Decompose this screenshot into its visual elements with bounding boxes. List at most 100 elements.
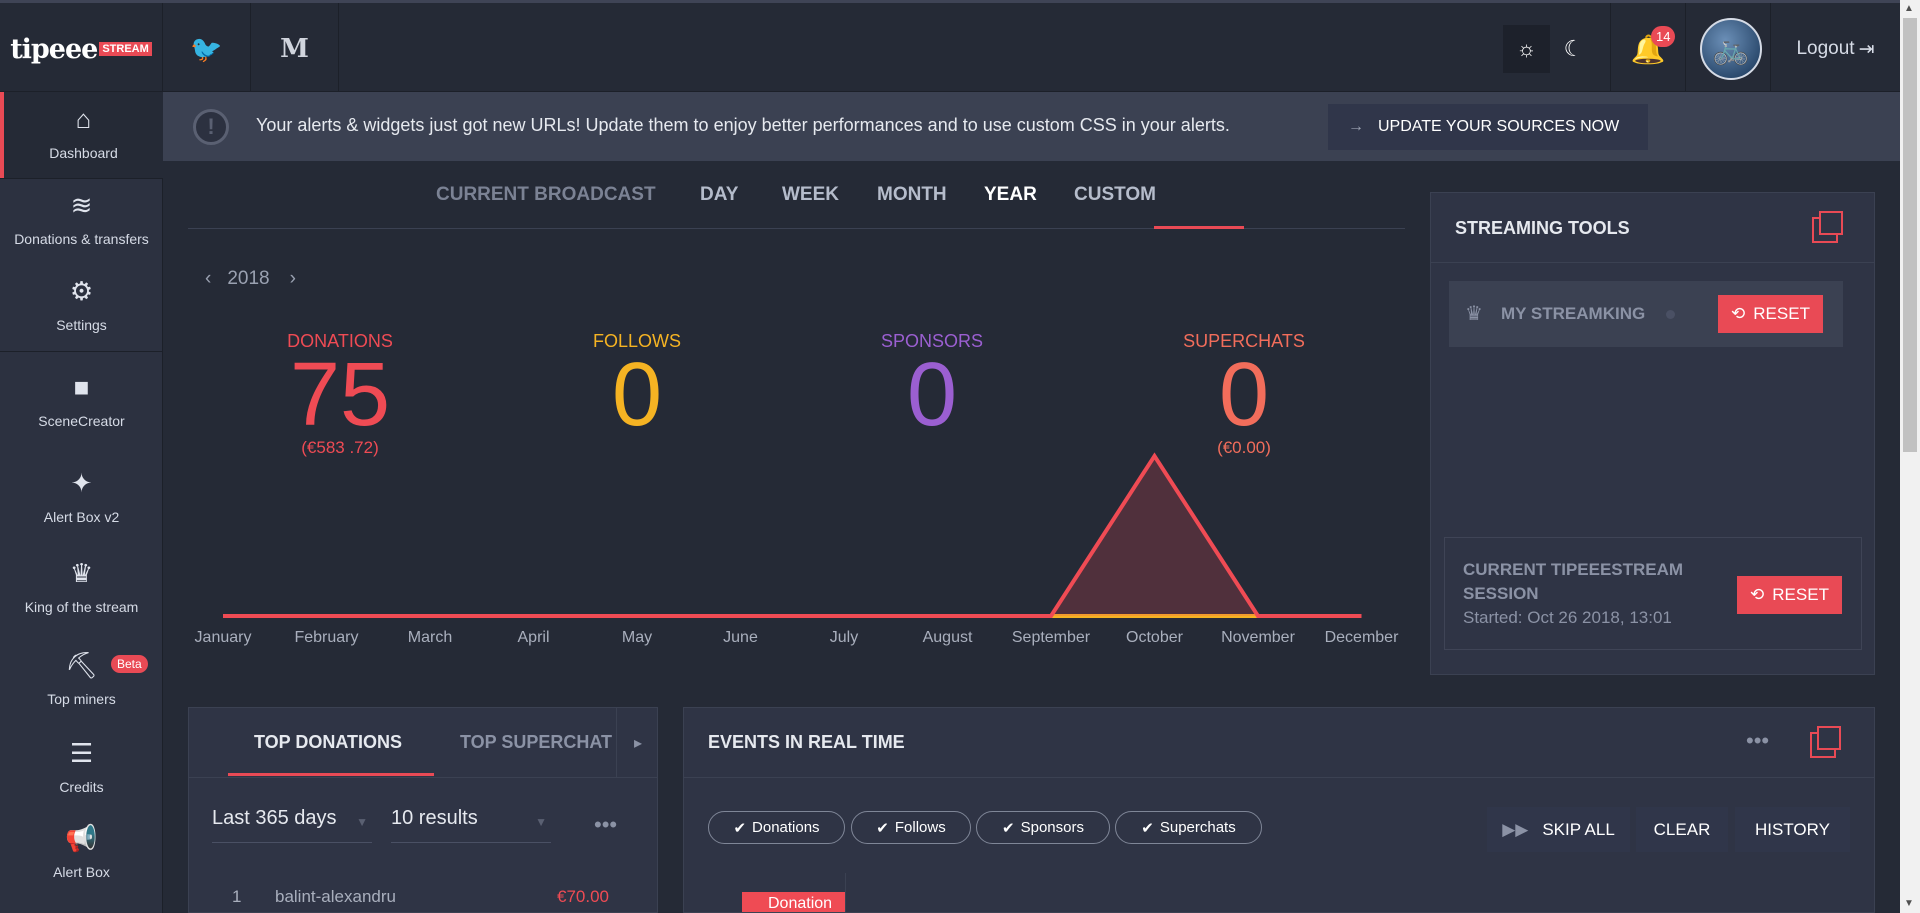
sidebar-item-alert-box-v2[interactable]: ✦ Alert Box v2 <box>0 468 163 525</box>
tab-current-broadcast[interactable]: CURRENT BROADCAST <box>436 184 656 206</box>
sidebar-item-king-of-the-stream[interactable]: ♛ King of the stream <box>0 558 163 615</box>
event-type-badge: Donation <box>742 892 845 912</box>
history-icon: ⟲ <box>1731 304 1746 323</box>
streaming-tools-title: STREAMING TOOLS <box>1455 218 1630 238</box>
sidebar-item-dashboard[interactable]: ⌂ Dashboard <box>0 92 163 178</box>
follows-count: 0 <box>611 345 663 445</box>
history-icon: ⟲ <box>1750 585 1765 604</box>
update-sources-button[interactable]: → UPDATE YOUR SOURCES NOW <box>1328 104 1648 150</box>
home-icon: ⌂ <box>75 104 92 134</box>
notifications-button[interactable]: 🔔 14 <box>1610 3 1686 95</box>
filter-superchats[interactable]: ✔ Superchats <box>1115 811 1262 844</box>
tab-custom[interactable]: CUSTOM <box>1074 184 1156 206</box>
logo[interactable]: tipeee STREAM <box>0 3 163 95</box>
streamking-row: ♛ MY STREAMKING ⟲ RESET <box>1449 281 1843 347</box>
check-icon: ✔ <box>1002 819 1015 837</box>
check-icon: ✔ <box>876 819 889 837</box>
more-options-icon[interactable]: ••• <box>594 812 617 838</box>
logout-icon: ⇥ <box>1858 38 1875 60</box>
filter-sponsors[interactable]: ✔ Sponsors <box>976 811 1110 844</box>
top-bar: tipeee STREAM 🐦 M ☼ ☾ 🔔 14 🚲 Logout ⇥ <box>0 0 1900 95</box>
range-select[interactable]: Last 365 days <box>212 807 372 843</box>
external-link-icon[interactable] <box>1810 726 1841 758</box>
results-select[interactable]: 10 results <box>391 807 551 843</box>
check-icon: ✔ <box>733 819 747 837</box>
donations-stat: DONATIONS 75 (€583 .72) <box>215 331 465 458</box>
row-name[interactable]: balint-alexandru <box>275 887 396 907</box>
session-box: CURRENT TIPEEESTREAM SESSION Started: Oc… <box>1444 537 1862 650</box>
month-tick-label: January <box>194 629 252 646</box>
clear-button[interactable]: CLEAR <box>1636 807 1728 852</box>
superchats-count: 0 <box>1218 345 1270 445</box>
megaphone-icon: 📢 <box>65 823 98 853</box>
avatar[interactable]: 🚲 <box>1700 18 1762 80</box>
skip-all-button[interactable]: ▶▶ SKIP ALL <box>1487 807 1630 852</box>
check-icon: ✔ <box>1141 819 1154 837</box>
month-tick-label: October <box>1126 629 1183 646</box>
year-selector: ‹ 2018 › <box>205 268 296 290</box>
superchats-stat: SUPERCHATS 0 (€0.00) <box>1119 331 1369 458</box>
gear-icon: ⚙ <box>69 276 94 306</box>
tab-top-superchat[interactable]: TOP SUPERCHAT <box>460 732 620 753</box>
donations-count: 75 <box>289 345 391 445</box>
trophy-icon: ♛ <box>69 558 94 588</box>
month-tick-label: May <box>621 629 653 646</box>
coins-icon: ≋ <box>70 190 93 220</box>
scrollbar-thumb[interactable] <box>1903 18 1917 452</box>
moon-icon[interactable]: ☾ <box>1550 25 1597 73</box>
chevron-left-icon[interactable]: ‹ <box>205 268 211 289</box>
tab-week[interactable]: WEEK <box>782 184 839 206</box>
month-tick-label: July <box>829 629 859 646</box>
tab-year[interactable]: YEAR <box>984 184 1037 206</box>
credits-icon: ☰ <box>69 738 94 768</box>
tab-scroll-right-icon[interactable]: ▸ <box>616 708 657 777</box>
sidebar-item-alert-box[interactable]: 📢 Alert Box <box>0 823 163 880</box>
streaming-tools-panel: STREAMING TOOLS ♛ MY STREAMKING ⟲ RESET C… <box>1430 192 1875 675</box>
external-link-icon[interactable] <box>1812 211 1843 243</box>
scroll-down-icon[interactable]: ▼ <box>1904 898 1914 909</box>
events-title: EVENTS IN REAL TIME <box>708 732 905 752</box>
sidebar-item-donations[interactable]: ≋ Donations & transfers <box>0 190 163 247</box>
month-tick-label: February <box>294 629 359 646</box>
tab-top-donations[interactable]: TOP DONATIONS <box>254 732 402 753</box>
logout-button[interactable]: Logout ⇥ <box>1770 3 1900 95</box>
scroll-up-icon[interactable]: ▲ <box>1904 3 1914 14</box>
active-tab-indicator <box>228 773 434 776</box>
more-options-icon[interactable]: ••• <box>1746 728 1769 754</box>
sidebar-item-scenecreator[interactable]: ■ SceneCreator <box>0 372 163 429</box>
row-rank: 1 <box>232 887 242 906</box>
filter-donations[interactable]: ✔ Donations <box>708 811 845 844</box>
month-tick-label: June <box>723 629 758 646</box>
status-dot <box>1666 310 1675 319</box>
tab-month[interactable]: MONTH <box>877 184 947 206</box>
reset-streamking-button[interactable]: ⟲ RESET <box>1718 295 1823 333</box>
alert-banner: ! Your alerts & widgets just got new URL… <box>163 92 1900 161</box>
sidebar: ⌂ Dashboard ≋ Donations & transfers ⚙ Setti… <box>0 92 163 913</box>
notification-badge: 14 <box>1651 26 1676 47</box>
active-tab-indicator <box>1154 226 1244 229</box>
month-tick-label: November <box>1221 629 1295 646</box>
donations-chart <box>223 452 1362 618</box>
twitter-icon[interactable]: 🐦 <box>163 3 251 95</box>
month-tick-label: August <box>922 629 973 646</box>
scrollbar[interactable]: ▲ ▼ <box>1900 0 1920 913</box>
theme-toggle[interactable]: ☼ ☾ <box>1503 25 1597 73</box>
period-tabs: CURRENT BROADCAST DAY WEEK MONTH YEAR CU… <box>188 162 1405 229</box>
pickaxe-icon: ⛏ <box>64 650 98 680</box>
sidebar-item-credits[interactable]: ☰ Credits <box>0 738 163 795</box>
sidebar-item-top-miners[interactable]: ⛏ Top miners Beta <box>0 650 163 707</box>
history-button[interactable]: HISTORY <box>1735 807 1850 852</box>
chevron-right-icon[interactable]: › <box>290 268 296 289</box>
alert-message: Your alerts & widgets just got new URLs!… <box>256 115 1230 135</box>
sidebar-item-settings[interactable]: ⚙ Settings <box>0 276 163 333</box>
reset-session-button[interactable]: ⟲ RESET <box>1737 576 1842 614</box>
puzzle-icon: ■ <box>73 372 90 402</box>
filter-follows[interactable]: ✔ Follows <box>851 811 971 844</box>
sun-icon[interactable]: ☼ <box>1503 25 1550 73</box>
month-tick-label: December <box>1324 629 1399 646</box>
tab-day[interactable]: DAY <box>700 184 738 206</box>
sponsors-count: 0 <box>906 345 958 445</box>
beta-badge: Beta <box>111 655 148 673</box>
sponsors-stat: SPONSORS 0 <box>807 331 1057 445</box>
medium-icon[interactable]: M <box>251 3 339 95</box>
